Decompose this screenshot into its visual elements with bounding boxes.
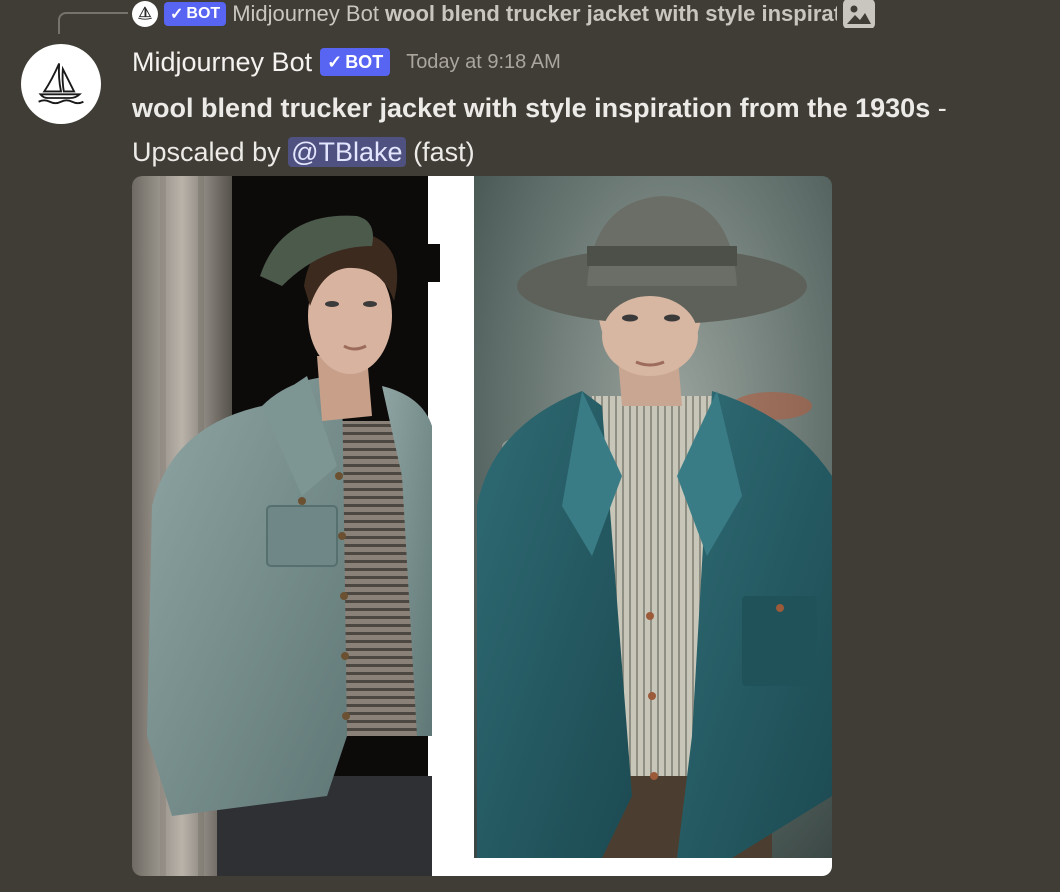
timestamp[interactable]: Today at 9:18 AM	[406, 51, 561, 74]
image-icon	[842, 0, 875, 28]
reply-connector	[58, 12, 128, 34]
right-portrait	[477, 196, 832, 858]
reply-author[interactable]: Midjourney Bot	[232, 1, 379, 27]
image-attachment[interactable]	[132, 176, 832, 876]
reply-preview[interactable]: ✓ BOT Midjourney Bot wool blend trucker …	[132, 0, 962, 28]
bot-avatar[interactable]	[21, 44, 101, 124]
reply-text[interactable]: wool blend trucker jacket with style ins…	[385, 1, 837, 27]
verified-check-icon: ✓	[170, 6, 184, 23]
user-mention[interactable]: @TBlake	[288, 137, 406, 167]
chat-view: ✓ BOT Midjourney Bot wool blend trucker …	[0, 0, 1060, 892]
separator: -	[930, 93, 947, 123]
author-name[interactable]: Midjourney Bot	[132, 47, 312, 78]
mode-label: (fast)	[413, 137, 475, 167]
reply-avatar[interactable]	[132, 1, 158, 27]
generated-image	[132, 176, 832, 876]
reply-bot-tag: ✓ BOT	[164, 2, 227, 26]
prompt-text: wool blend trucker jacket with style ins…	[132, 93, 931, 123]
sailboat-icon	[138, 6, 152, 20]
message-header: Midjourney Bot ✓ BOT Today at 9:18 AM	[132, 44, 561, 80]
verified-check-icon: ✓	[327, 51, 343, 72]
bot-tag: ✓ BOT	[320, 48, 391, 76]
sailboat-icon	[38, 63, 84, 105]
message-content: wool blend trucker jacket with style ins…	[132, 86, 1012, 174]
upscaled-label: Upscaled by	[132, 137, 281, 167]
